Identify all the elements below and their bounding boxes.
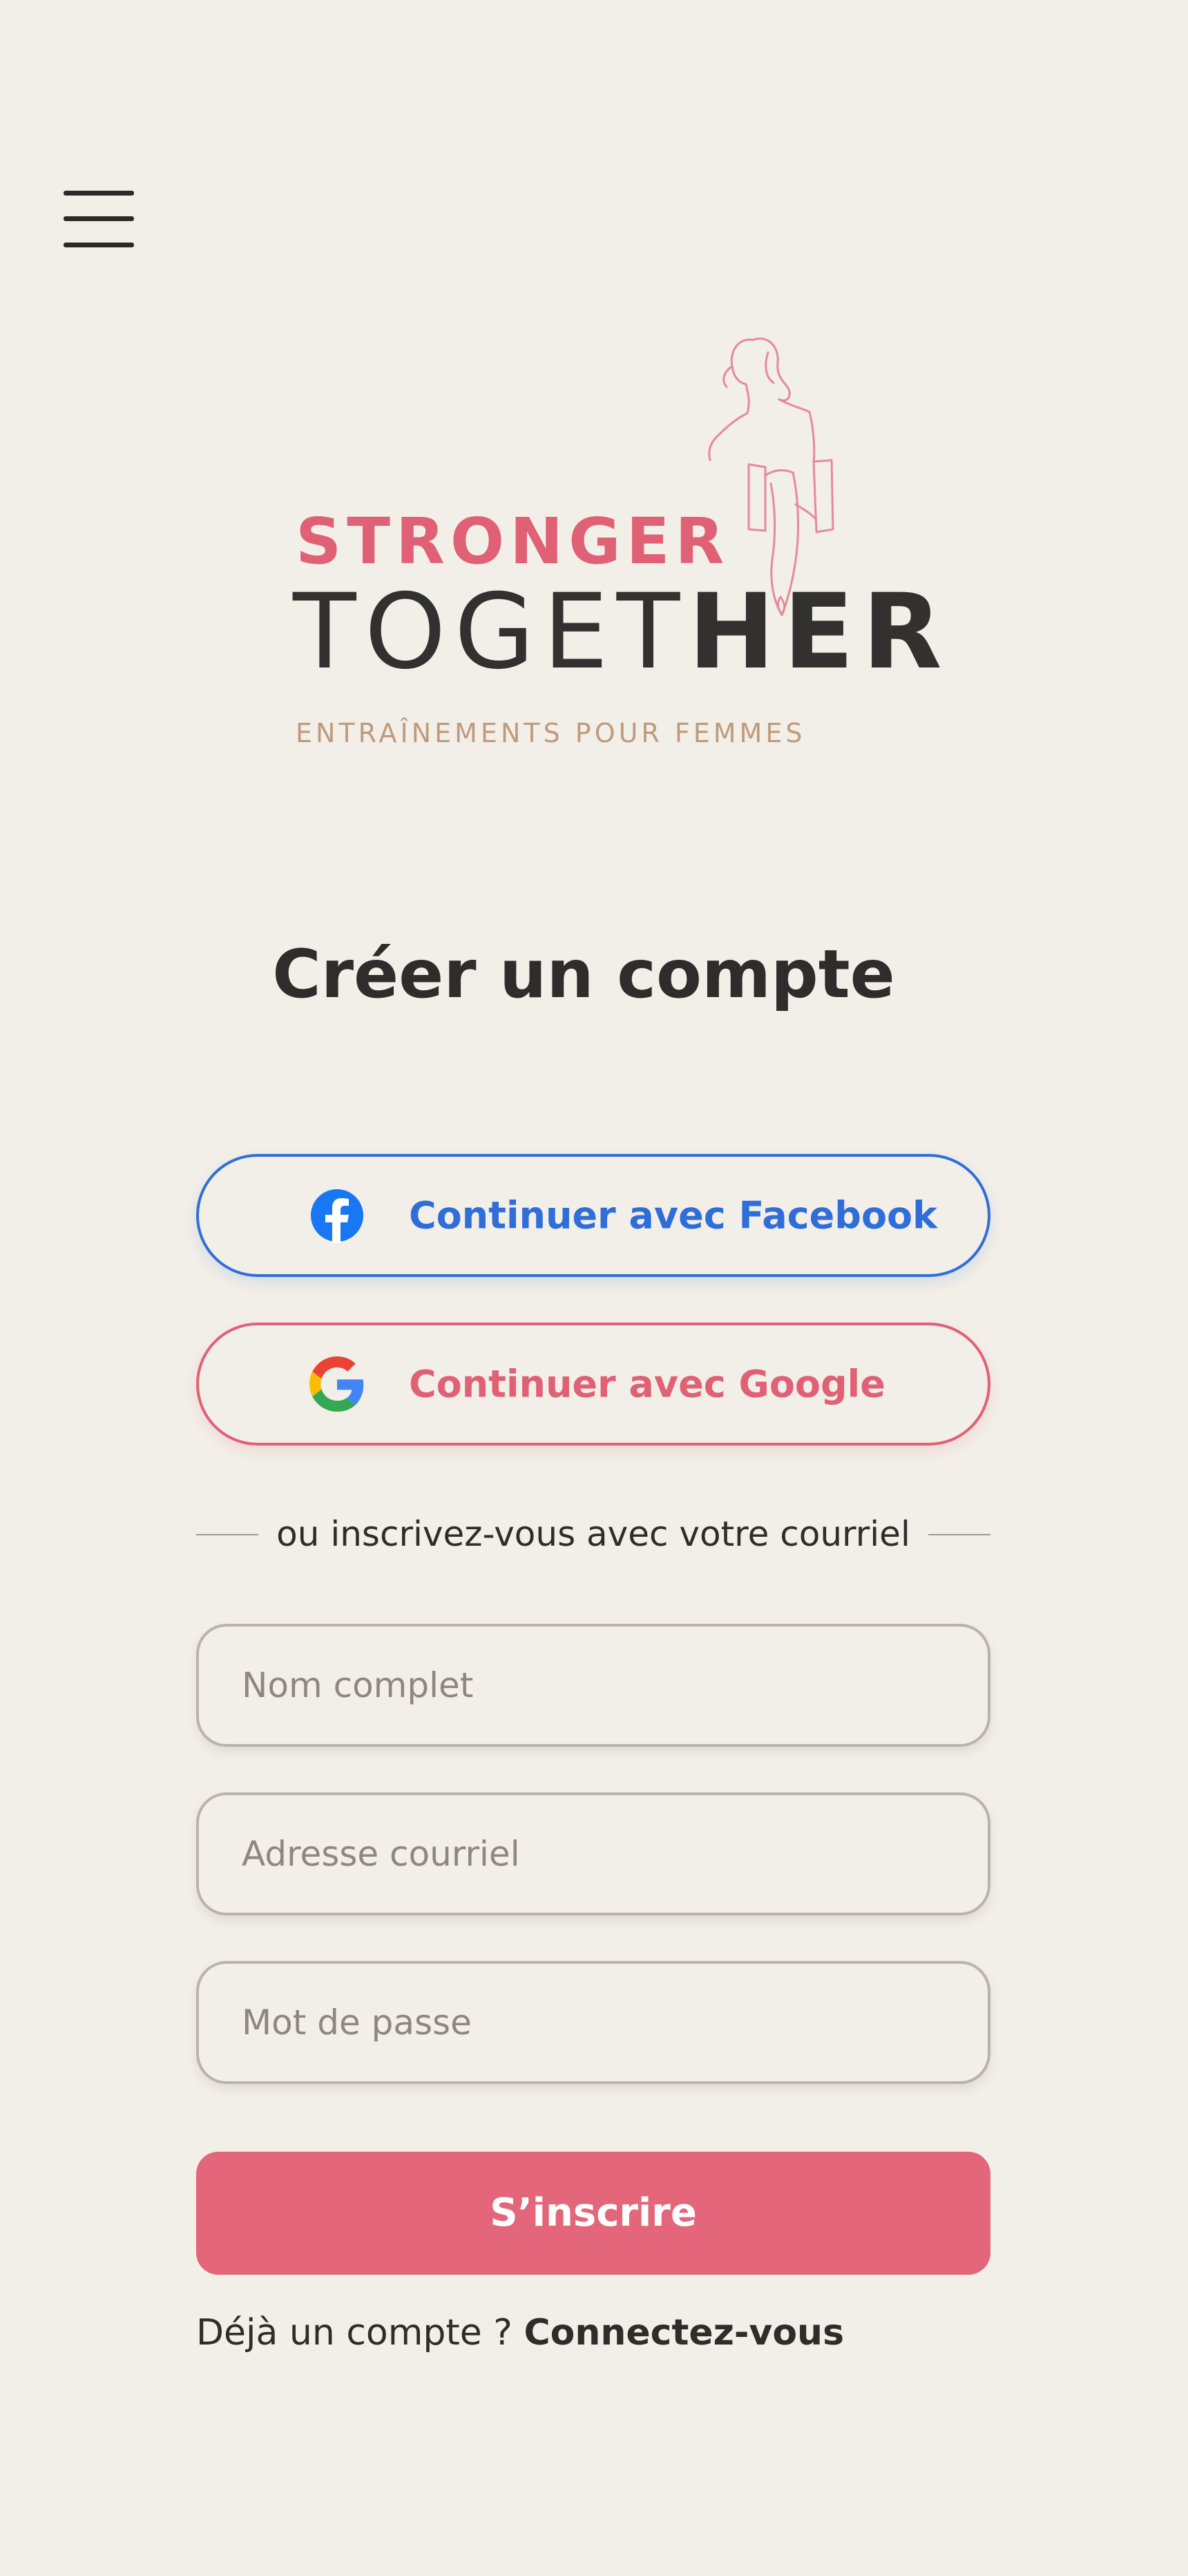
hamburger-menu-icon xyxy=(64,191,134,196)
login-prompt-text: Déjà un compte ? xyxy=(196,2312,524,2354)
page-title-text: Créer un compte xyxy=(272,936,895,1013)
hamburger-menu-icon-bar xyxy=(64,243,134,247)
logo-together-thin: TOGET xyxy=(293,572,689,692)
signup-button[interactable]: S’inscrire xyxy=(196,2152,990,2275)
divider-line-right xyxy=(928,1534,990,1535)
google-icon xyxy=(309,1356,364,1412)
facebook-login-button[interactable]: Continuer avec Facebook xyxy=(196,1154,990,1277)
email-divider: ou inscrivez-vous avec votre courriel xyxy=(196,1513,990,1555)
email-field[interactable] xyxy=(196,1792,990,1915)
menu-button[interactable] xyxy=(64,191,134,247)
divider-text: ou inscrivez-vous avec votre courriel xyxy=(276,1514,910,1554)
google-login-label: Continuer avec Google xyxy=(409,1362,885,1406)
password-field[interactable] xyxy=(196,1961,990,2084)
brand-logo: STRONGER TOGETHER ENTRAÎNEMENTS POUR FEM… xyxy=(293,332,942,760)
google-login-button[interactable]: Continuer avec Google xyxy=(196,1323,990,1446)
facebook-login-label: Continuer avec Facebook xyxy=(409,1193,938,1238)
full-name-field[interactable] xyxy=(196,1624,990,1747)
logo-tagline: ENTRAÎNEMENTS POUR FEMMES xyxy=(296,718,806,748)
logo-together-text: TOGETHER xyxy=(293,580,950,684)
hamburger-menu-icon-bar xyxy=(64,216,134,221)
login-link[interactable]: Connectez-vous xyxy=(524,2312,844,2354)
logo-stronger-text: STRONGER xyxy=(296,504,730,578)
facebook-icon xyxy=(311,1189,363,1243)
login-prompt: Déjà un compte ? Connectez-vous xyxy=(196,2311,844,2355)
logo-together-bold: HER xyxy=(688,572,950,692)
page-title: Créer un compte xyxy=(0,941,1188,1007)
